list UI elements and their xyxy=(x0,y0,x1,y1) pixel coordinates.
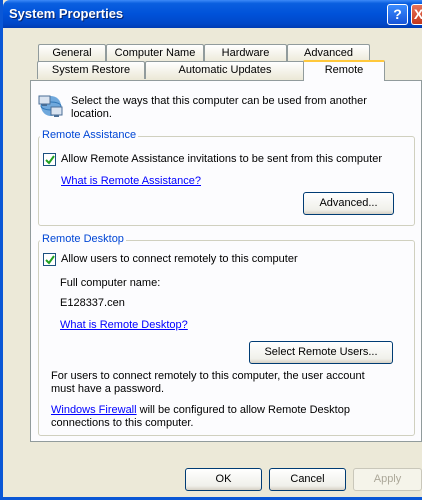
tab-hardware[interactable]: Hardware xyxy=(204,44,287,62)
remote-assistance-legend: Remote Assistance xyxy=(40,129,139,141)
cancel-button[interactable]: Cancel xyxy=(269,468,346,491)
title-bar[interactable]: System Properties ? X xyxy=(3,0,422,28)
password-note: For users to connect remotely to this co… xyxy=(51,370,365,395)
what-is-remote-assistance-link[interactable]: What is Remote Assistance? xyxy=(61,175,201,187)
ok-button[interactable]: OK xyxy=(185,468,262,491)
close-button[interactable]: X xyxy=(411,4,422,25)
tab-system-restore[interactable]: System Restore xyxy=(37,61,145,79)
tab-computer-name[interactable]: Computer Name xyxy=(106,44,204,62)
remote-assistance-checkbox[interactable] xyxy=(43,153,56,166)
close-icon: X xyxy=(413,6,422,22)
tab-general[interactable]: General xyxy=(38,44,106,62)
remote-desktop-legend: Remote Desktop xyxy=(40,233,126,245)
apply-button: Apply xyxy=(353,468,422,491)
full-computer-name-label: Full computer name: xyxy=(60,277,161,289)
advanced-button[interactable]: Advanced... xyxy=(303,192,394,215)
select-remote-users-button[interactable]: Select Remote Users... xyxy=(249,341,393,364)
computers-network-icon xyxy=(37,92,65,120)
windows-firewall-link[interactable]: Windows Firewall xyxy=(51,404,137,416)
help-button[interactable]: ? xyxy=(387,4,408,25)
help-icon: ? xyxy=(393,6,402,22)
remote-tab-panel: Select the ways that this computer can b… xyxy=(30,80,422,442)
checkmark-icon xyxy=(45,255,55,265)
full-computer-name-value: E128337.cen xyxy=(60,297,125,309)
intro-text: Select the ways that this computer can b… xyxy=(71,95,367,120)
window-title: System Properties xyxy=(9,6,124,21)
firewall-note: Windows Firewall will be configured to a… xyxy=(51,404,391,430)
system-properties-window: System Properties ? X General Computer N… xyxy=(0,0,422,500)
tab-automatic-updates[interactable]: Automatic Updates xyxy=(145,61,305,79)
remote-desktop-checkbox-label[interactable]: Allow users to connect remotely to this … xyxy=(61,253,298,265)
what-is-remote-desktop-link[interactable]: What is Remote Desktop? xyxy=(60,319,188,331)
tab-remote[interactable]: Remote xyxy=(303,60,385,81)
remote-desktop-checkbox[interactable] xyxy=(43,253,56,266)
checkmark-icon xyxy=(45,155,55,165)
remote-assistance-checkbox-label[interactable]: Allow Remote Assistance invitations to b… xyxy=(61,153,382,165)
